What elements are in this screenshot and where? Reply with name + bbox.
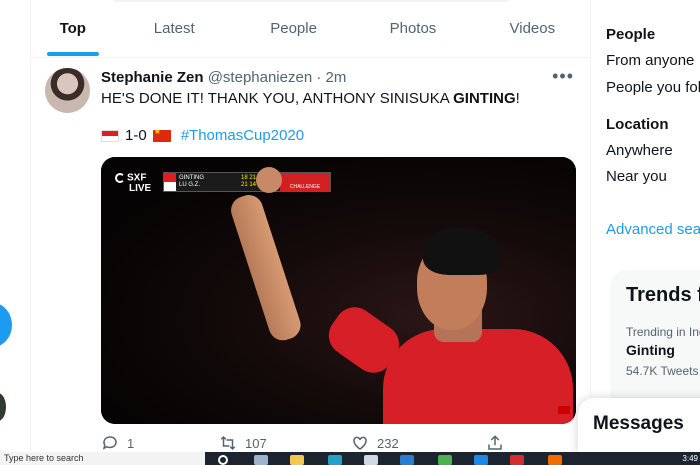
compose-tweet-button[interactable]	[0, 303, 12, 347]
tab-label: People	[270, 20, 317, 37]
tab-people[interactable]: People	[234, 0, 353, 57]
location-option-near[interactable]: Near you	[606, 168, 667, 185]
author-avatar[interactable]	[45, 68, 90, 113]
tab-label: Latest	[153, 20, 195, 37]
y-app-icon[interactable]	[510, 455, 524, 465]
logo-bottom: LIVE	[129, 182, 152, 194]
scoreboard-label: CHALLENGE	[280, 173, 330, 191]
share-icon	[488, 435, 502, 450]
tab-top[interactable]: Top	[31, 0, 115, 57]
trends-panel: Trends for you Trending in Indonesia Gin…	[610, 270, 700, 410]
tab-videos[interactable]: Videos	[473, 0, 590, 57]
author-handle[interactable]: @stephaniezen	[208, 69, 312, 86]
mail-icon[interactable]	[400, 455, 414, 465]
tweet-text: HE'S DONE IT! THANK YOU, ANTHONY SINISUK…	[101, 90, 520, 107]
score-text: 1-0	[125, 127, 147, 144]
heart-icon	[353, 436, 367, 450]
indonesia-flag-icon	[101, 129, 119, 142]
store-icon[interactable]	[364, 455, 378, 465]
reply-count: 1	[127, 435, 135, 451]
edge-icon[interactable]	[328, 455, 342, 465]
trend-name[interactable]: Ginting	[626, 342, 700, 358]
scoreboard-names: GINTING LU G.Z.	[176, 173, 238, 191]
search-icon[interactable]	[218, 455, 228, 465]
share-button[interactable]	[486, 434, 504, 452]
left-nav-rail	[0, 0, 30, 452]
author-name[interactable]: Stephanie Zen	[101, 69, 204, 86]
score-line: 1-0 #ThomasCup2020	[101, 127, 304, 144]
china-flag-icon	[152, 127, 171, 142]
separator: ·	[316, 69, 322, 86]
broadcast-icon	[115, 173, 125, 183]
search-tabs: Top Latest People Photos Videos	[31, 0, 590, 58]
messages-label: Messages	[593, 413, 684, 434]
task-view-icon[interactable]	[254, 455, 268, 465]
account-avatar[interactable]	[0, 393, 6, 421]
hashtag-link[interactable]: #ThomasCup2020	[181, 127, 304, 144]
location-filter-heading: Location	[606, 116, 669, 133]
location-option-anywhere[interactable]: Anywhere	[606, 142, 673, 159]
right-sidebar: People From anyone People you follow Loc…	[606, 0, 700, 452]
people-option-follow[interactable]: People you follow	[606, 79, 700, 96]
broadcaster-logo: SXF LIVE	[115, 173, 151, 194]
retweet-button[interactable]: 107	[219, 434, 267, 452]
trends-title: Trends for you	[626, 284, 700, 306]
taskbar-clock[interactable]: 3:49	[682, 454, 698, 463]
tweet-text-end: !	[515, 90, 520, 107]
people-filter-heading: People	[606, 26, 656, 43]
people-option-anyone[interactable]: From anyone	[606, 52, 694, 69]
trend-context: Trending in Indonesia	[626, 325, 700, 339]
tweet-text-plain: HE'S DONE IT! THANK YOU, ANTHONY SINISUK…	[101, 90, 454, 107]
logo-top: SXF	[127, 172, 147, 184]
retweet-icon	[220, 435, 236, 451]
player-hand	[256, 167, 282, 193]
player-shirt	[383, 329, 573, 424]
player-hair	[423, 227, 501, 275]
taskbar-search-input[interactable]: Type here to search	[0, 452, 205, 465]
tab-label: Videos	[509, 20, 556, 37]
tab-label: Photos	[389, 20, 437, 37]
trend-tweet-count: 54.7K Tweets	[626, 364, 699, 378]
reply-button[interactable]: 1	[101, 434, 134, 452]
tab-label: Top	[59, 20, 86, 37]
main-column: Top Latest People Photos Videos Stephani…	[30, 0, 591, 452]
tweet-text-bold: GINTING	[453, 90, 516, 107]
indonesia-flag-icon	[164, 173, 176, 191]
like-count: 232	[377, 435, 399, 451]
tab-photos[interactable]: Photos	[353, 0, 472, 57]
tab-latest[interactable]: Latest	[115, 0, 234, 57]
tweet-timestamp[interactable]: 2m	[326, 69, 347, 86]
folder-icon[interactable]	[290, 455, 304, 465]
tweet-header: Stephanie Zen @stephaniezen · 2m	[101, 69, 346, 86]
match-scoreboard: GINTING LU G.Z. 18 21 21 21 14 16 CHALLE…	[163, 172, 331, 192]
reply-icon	[102, 436, 117, 450]
app-icon[interactable]	[474, 455, 488, 465]
like-button[interactable]: 232	[351, 434, 399, 452]
retweet-count: 107	[245, 435, 267, 451]
player2-name: LU G.Z.	[179, 182, 201, 188]
tweet-video[interactable]: SXF LIVE GINTING LU G.Z. 18 21 21 21 14 …	[101, 157, 576, 424]
browser-icon[interactable]	[548, 455, 562, 465]
messages-drawer[interactable]: Messages	[578, 398, 700, 454]
player1-name: GINTING	[179, 175, 204, 181]
advanced-search-link[interactable]: Advanced search	[606, 221, 700, 238]
more-horizontal-icon[interactable]: •••	[552, 66, 574, 87]
chrome-icon[interactable]	[438, 455, 452, 465]
channel-watermark	[558, 406, 570, 414]
windows-taskbar: Type here to search 3:49	[0, 452, 700, 465]
tweet[interactable]: Stephanie Zen @stephaniezen · 2m ••• HE'…	[31, 58, 590, 452]
